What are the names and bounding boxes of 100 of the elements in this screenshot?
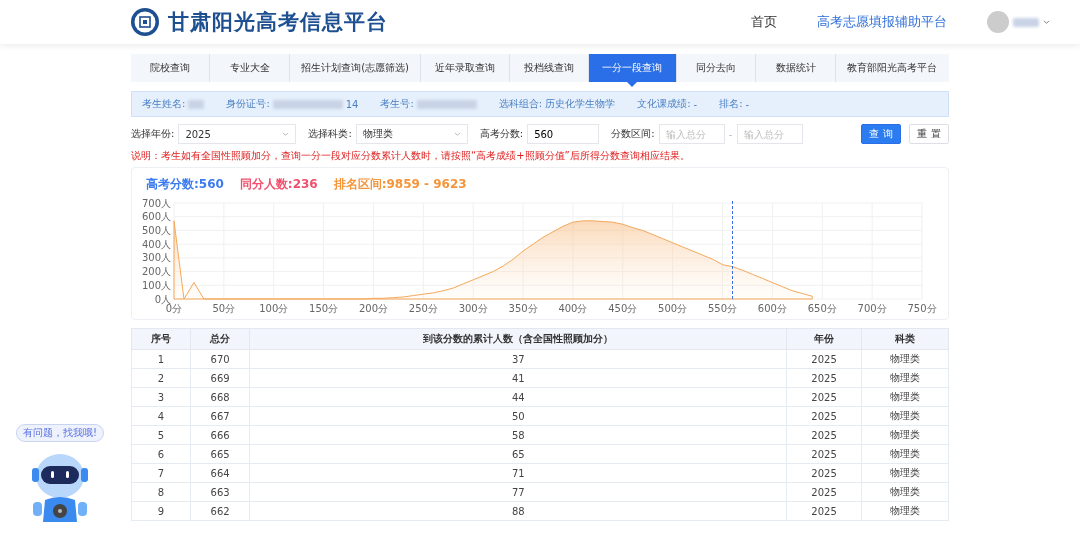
axis-tick-label: 250分 <box>408 303 438 314</box>
table-cell: 668 <box>190 387 250 407</box>
axis-tick-label: 150分 <box>309 303 339 314</box>
nav-tab[interactable]: 院校查询 <box>131 54 210 82</box>
info-value: 历史化学生物学 <box>545 97 616 111</box>
info-label: 文化课成绩: <box>637 97 691 111</box>
chevron-down-icon <box>453 131 461 137</box>
summary-stat: 高考分数:560 <box>146 176 224 193</box>
table-cell: 2025 <box>786 349 862 369</box>
axis-tick-label: 300人 <box>141 252 171 264</box>
info-label: 考生号: <box>380 97 414 111</box>
info-label: 身份证号: <box>226 97 270 111</box>
table-cell: 2025 <box>786 387 862 407</box>
axis-tick-label: 600分 <box>757 303 787 314</box>
axis-tick-label: 700人 <box>141 197 171 209</box>
table-cell: 77 <box>249 482 787 502</box>
table-cell: 1 <box>131 349 191 369</box>
table-cell: 物理类 <box>861 387 949 407</box>
table-cell: 物理类 <box>861 501 949 521</box>
summary-stat: 排名区间:9859 - 9623 <box>333 176 467 193</box>
info-value: 14 <box>345 98 359 110</box>
nav-tab[interactable]: 招生计划查询(志愿筛选) <box>288 54 421 82</box>
nav-tab[interactable]: 教育部阳光高考平台 <box>834 54 949 82</box>
nav-tab[interactable]: 专业大全 <box>209 54 289 82</box>
note-text: 说明：考生如有全国性照顾加分，查询一分一段对应分数累计人数时，请按照“高考成绩+照顾分值”后所得分数查询相应结果。 <box>131 149 691 163</box>
redacted-value <box>188 99 205 109</box>
axis-tick-label: 550分 <box>708 303 738 314</box>
table-cell: 物理类 <box>861 425 949 445</box>
column-header: 到该分数的累计人数（含全国性照顾加分） <box>249 328 787 350</box>
info-label: 选科组合: <box>498 97 543 111</box>
range-separator: - <box>727 128 734 140</box>
nav-tab[interactable]: 同分去向 <box>676 54 756 82</box>
chevron-down-icon <box>1043 19 1050 25</box>
table-cell: 物理类 <box>861 444 949 464</box>
redacted-value <box>272 99 343 109</box>
nav-tab[interactable]: 投档线查询 <box>508 54 588 82</box>
axis-tick-label: 500人 <box>141 224 171 236</box>
table-cell: 物理类 <box>861 406 949 426</box>
table-cell: 物理类 <box>861 463 949 483</box>
info-value: - <box>745 98 750 110</box>
site-title: 甘肃阳光高考信息平台 <box>168 8 388 36</box>
field-label: 分数区间: <box>611 127 655 141</box>
table-cell: 665 <box>190 444 250 464</box>
table-cell: 2025 <box>786 444 862 464</box>
table-cell: 664 <box>190 463 250 483</box>
table-cell: 50 <box>249 406 787 426</box>
table-cell: 2 <box>131 368 191 388</box>
table-cell: 669 <box>190 368 250 388</box>
axis-tick-label: 200人 <box>141 266 171 278</box>
help-bubble[interactable]: 有问题，找我哦! <box>16 424 104 442</box>
axis-tick-label: 400分 <box>558 303 588 314</box>
table-cell: 5 <box>131 425 191 445</box>
table-cell: 2025 <box>786 425 862 445</box>
axis-tick-label: 0分 <box>165 303 183 314</box>
table-cell: 662 <box>190 501 250 521</box>
axis-tick-label: 750分 <box>907 303 937 314</box>
table-cell: 4 <box>131 406 191 426</box>
year-select[interactable]: 2025 <box>178 124 297 144</box>
field-label: 高考分数: <box>479 127 524 141</box>
axis-tick-label: 600人 <box>141 211 171 223</box>
reset-button[interactable]: 重 置 <box>909 124 949 144</box>
column-header: 科类 <box>861 328 949 350</box>
axis-tick-label: 100分 <box>259 303 289 314</box>
table-cell: 物理类 <box>861 368 949 388</box>
column-header: 总分 <box>190 328 250 350</box>
table-cell: 58 <box>249 425 787 445</box>
nav-tab[interactable]: 近年录取查询 <box>420 54 509 82</box>
table-cell: 71 <box>249 463 787 483</box>
info-label: 考生姓名: <box>142 97 186 111</box>
search-button[interactable]: 查 询 <box>861 124 901 144</box>
field-label: 选择科类: <box>308 127 352 141</box>
chevron-down-icon <box>282 131 290 137</box>
table-cell: 44 <box>249 387 787 407</box>
subject-select[interactable]: 物理类 <box>355 124 468 144</box>
header-link[interactable]: 首页 <box>751 13 777 31</box>
emblem-logo <box>130 7 160 37</box>
table-cell: 7 <box>131 463 191 483</box>
table-cell: 2025 <box>786 482 862 502</box>
table-cell: 物理类 <box>861 349 949 369</box>
axis-tick-label: 100人 <box>141 279 171 291</box>
summary-stat: 同分人数:236 <box>239 176 318 193</box>
score-input[interactable]: 560 <box>527 124 600 144</box>
table-cell: 物理类 <box>861 482 949 502</box>
field-label: 选择年份: <box>131 127 175 141</box>
nav-tab[interactable]: 数据统计 <box>755 54 835 82</box>
axis-tick-label: 0人 <box>154 293 171 305</box>
table-cell: 2025 <box>786 501 862 521</box>
info-label: 排名: <box>719 97 743 111</box>
axis-tick-label: 300分 <box>458 303 488 314</box>
table-cell: 2025 <box>786 406 862 426</box>
table-cell: 88 <box>249 501 787 521</box>
axis-tick-label: 500分 <box>658 303 688 314</box>
axis-tick-label: 650分 <box>807 303 837 314</box>
table-cell: 2025 <box>786 368 862 388</box>
column-header: 年份 <box>786 328 862 350</box>
redacted-name <box>1013 17 1039 27</box>
header-link[interactable]: 高考志愿填报辅助平台 <box>817 13 947 31</box>
table-cell: 41 <box>249 368 787 388</box>
table-cell: 37 <box>249 349 787 369</box>
table-cell: 667 <box>190 406 250 426</box>
